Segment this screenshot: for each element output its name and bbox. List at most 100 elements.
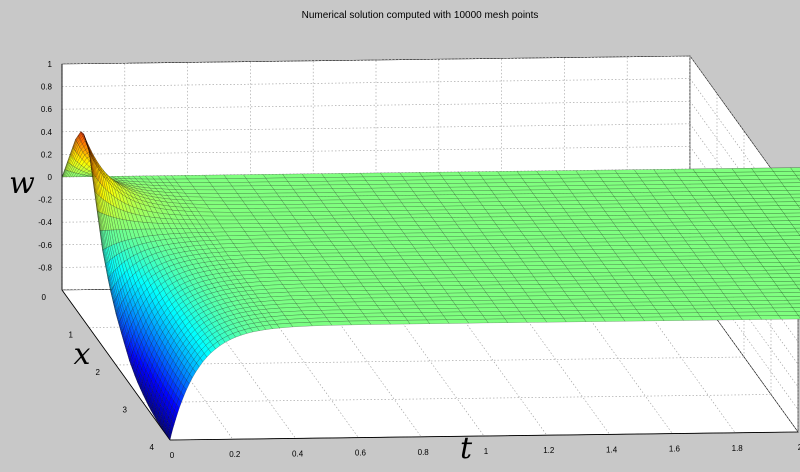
surface-patch bbox=[777, 231, 800, 237]
surface-patch bbox=[608, 298, 632, 303]
surface-patch bbox=[446, 319, 469, 324]
surface-patch bbox=[774, 254, 797, 259]
surface-patch bbox=[287, 181, 311, 186]
surface-patch bbox=[425, 262, 448, 268]
surface-patch bbox=[718, 232, 742, 237]
surface-patch bbox=[655, 309, 679, 314]
surface-patch bbox=[652, 222, 675, 227]
surface-patch bbox=[347, 237, 371, 242]
surface-patch bbox=[691, 195, 715, 200]
surface-patch bbox=[712, 168, 735, 173]
surface-patch bbox=[516, 170, 540, 176]
surface-patch bbox=[782, 239, 800, 244]
surface-patch bbox=[778, 315, 800, 320]
surface-patch bbox=[289, 322, 313, 328]
surface-patch bbox=[355, 275, 378, 280]
surface-patch bbox=[641, 207, 665, 212]
surface-patch bbox=[272, 215, 296, 220]
surface-patch bbox=[655, 199, 679, 204]
surface-patch bbox=[642, 263, 666, 269]
surface-patch bbox=[612, 249, 636, 254]
surface-patch bbox=[560, 314, 584, 319]
surface-patch bbox=[244, 231, 268, 236]
surface-patch bbox=[653, 169, 677, 174]
surface-patch bbox=[538, 200, 562, 206]
surface-patch bbox=[516, 280, 540, 285]
surface-patch bbox=[728, 190, 752, 196]
surface-patch bbox=[745, 270, 769, 275]
surface-patch bbox=[499, 201, 522, 206]
surface-patch bbox=[326, 207, 349, 212]
surface-patch bbox=[521, 314, 545, 319]
surface-patch bbox=[781, 292, 800, 297]
t-tick-label: 0.8 bbox=[418, 448, 430, 457]
surface-patch bbox=[628, 298, 651, 303]
surface-patch bbox=[689, 274, 713, 279]
surface-patch bbox=[743, 239, 767, 245]
surface-patch bbox=[495, 250, 518, 255]
surface-patch bbox=[505, 292, 529, 297]
surface-patch bbox=[700, 179, 724, 185]
surface-patch bbox=[677, 229, 700, 234]
surface-patch bbox=[310, 294, 333, 300]
surface-patch bbox=[618, 230, 642, 235]
surface-patch bbox=[457, 198, 481, 203]
surface-patch bbox=[583, 181, 607, 186]
surface-patch bbox=[307, 290, 331, 296]
surface-patch bbox=[359, 309, 383, 314]
y-tick-label: 2 bbox=[96, 368, 101, 377]
surface-patch bbox=[512, 246, 535, 251]
surface-patch bbox=[747, 300, 771, 305]
surface-patch bbox=[730, 221, 754, 226]
surface-patch bbox=[413, 300, 436, 306]
surface-patch bbox=[482, 315, 506, 320]
surface-patch bbox=[643, 237, 667, 242]
surface-patch bbox=[384, 316, 408, 321]
surface-patch bbox=[594, 169, 618, 175]
surface-patch bbox=[229, 182, 252, 187]
surface-patch bbox=[661, 316, 684, 321]
surface-patch bbox=[511, 273, 535, 278]
z-tick-label: -0.2 bbox=[38, 196, 52, 205]
surface-patch bbox=[683, 293, 707, 298]
surface-patch bbox=[309, 184, 333, 190]
surface-patch bbox=[700, 206, 723, 211]
surface-patch bbox=[328, 211, 352, 216]
surface-patch bbox=[435, 194, 458, 199]
surface-patch bbox=[378, 225, 402, 230]
surface-patch bbox=[490, 216, 514, 221]
y-tick-label: 3 bbox=[123, 406, 128, 415]
surface-patch bbox=[653, 278, 677, 284]
surface-patch bbox=[781, 182, 800, 187]
surface-patch bbox=[673, 252, 697, 257]
surface-patch bbox=[514, 276, 537, 282]
surface-patch bbox=[428, 240, 452, 245]
surface-patch bbox=[285, 287, 308, 293]
surface-patch bbox=[198, 193, 221, 198]
surface-patch bbox=[379, 308, 403, 314]
surface-patch bbox=[693, 251, 717, 257]
surface-patch bbox=[384, 206, 408, 211]
surface-patch bbox=[365, 290, 389, 295]
surface-patch bbox=[351, 297, 375, 303]
surface-patch bbox=[622, 180, 646, 186]
surface-patch bbox=[735, 255, 758, 260]
surface-patch bbox=[457, 307, 481, 313]
surface-patch bbox=[640, 260, 663, 265]
surface-patch bbox=[692, 168, 716, 173]
surface-patch bbox=[621, 207, 645, 212]
surface-patch bbox=[680, 316, 704, 321]
surface-patch bbox=[503, 235, 527, 240]
surface-patch bbox=[337, 305, 361, 311]
surface-patch bbox=[783, 212, 800, 218]
surface-patch bbox=[553, 276, 576, 281]
surface-patch bbox=[639, 176, 663, 182]
surface-patch bbox=[555, 170, 579, 175]
surface-patch bbox=[659, 286, 682, 291]
surface-patch bbox=[405, 289, 428, 294]
surface-patch bbox=[233, 215, 257, 221]
surface-patch bbox=[393, 301, 417, 306]
surface-patch bbox=[582, 207, 606, 213]
surface-patch bbox=[737, 258, 761, 264]
surface-patch bbox=[570, 272, 593, 277]
